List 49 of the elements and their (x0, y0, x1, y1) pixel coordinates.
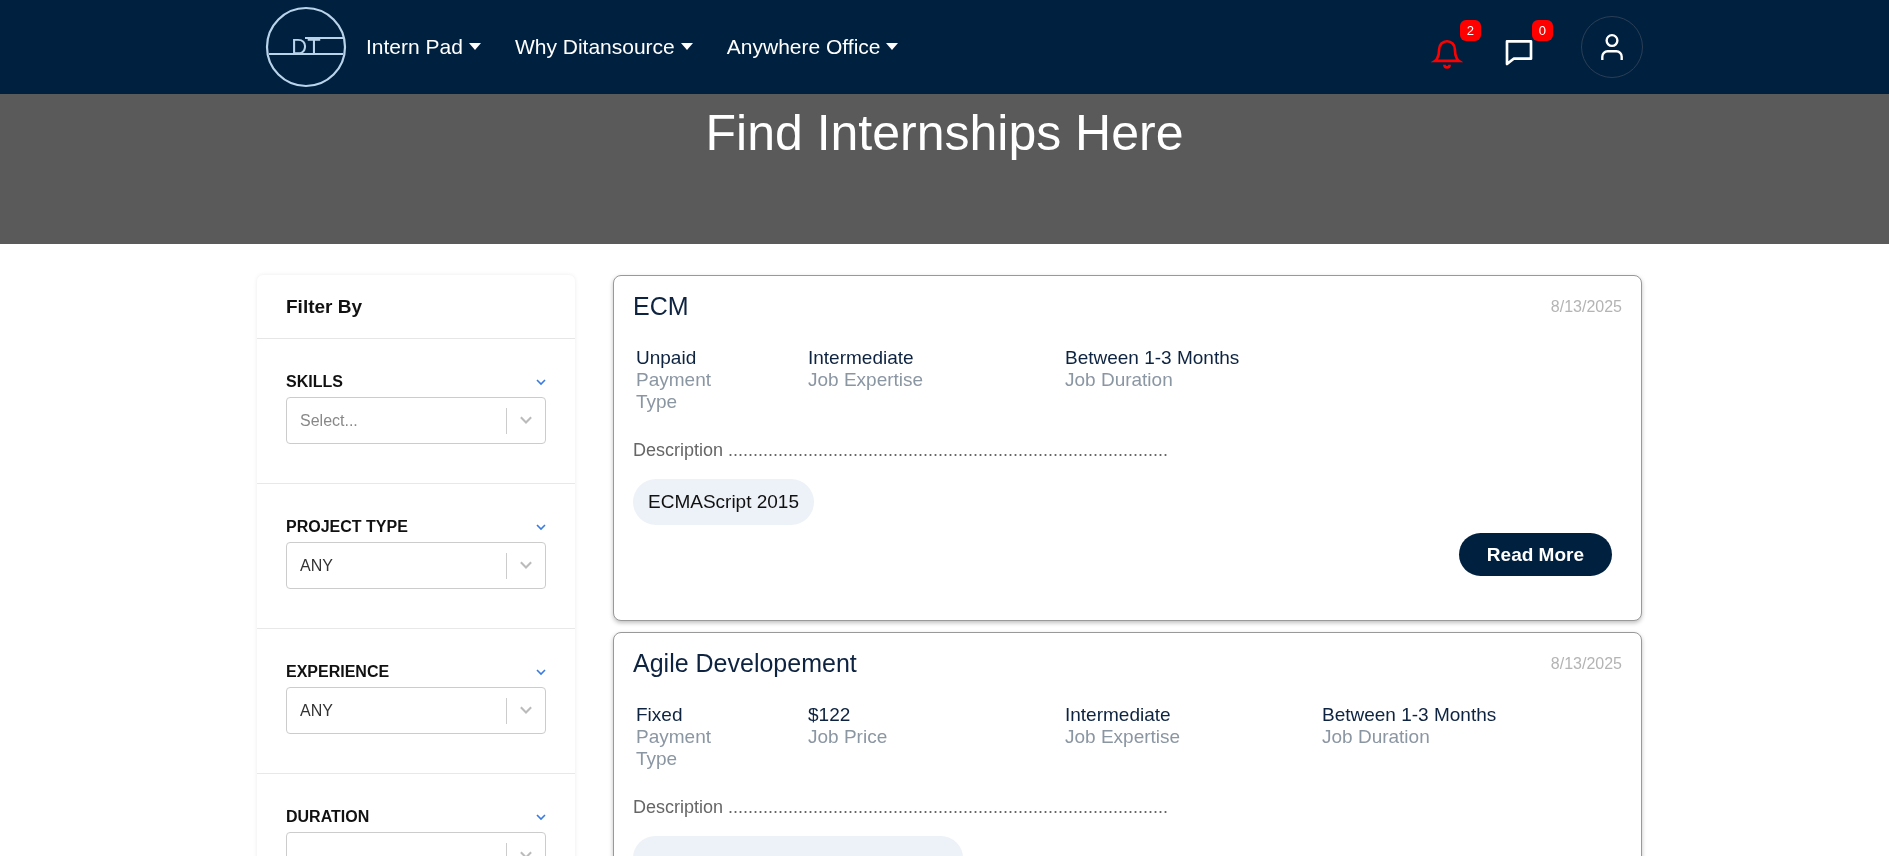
select-field[interactable]: ANY (286, 542, 546, 589)
count-badge: 0 (1531, 20, 1553, 41)
stat-label: Job Expertise (1065, 726, 1182, 748)
job-description: Description ........................................................................................ (633, 797, 1170, 818)
caret-icon (468, 43, 481, 51)
job-title: ECM (633, 292, 689, 321)
stat-label: Payment Type (636, 369, 712, 413)
read-more-button[interactable]: Read More (1458, 533, 1612, 576)
select-field[interactable]: ANY (286, 687, 546, 734)
stat-label: Job Price (808, 726, 889, 748)
stat-value: $122 (808, 704, 852, 726)
chevron-icon (536, 523, 546, 531)
job-date: 8/13/2025 (1550, 655, 1622, 673)
chevron-icon (519, 561, 533, 570)
select-field[interactable]: Select... (286, 397, 546, 444)
stat-value: Unpaid (636, 347, 698, 369)
nav-link[interactable]: Intern Pad (366, 35, 481, 59)
notifications-button[interactable]: 2 (1431, 20, 1481, 74)
filter-label: PROJECT TYPE (286, 518, 408, 536)
skill-tag: ECMAScript 2015 (633, 479, 814, 525)
stat-label: Payment Type (636, 726, 712, 770)
nav-link[interactable]: Why Ditansource (514, 35, 693, 59)
stat-value: Fixed (636, 704, 684, 726)
count-badge: 2 (1459, 20, 1481, 41)
stat-label: Job Expertise (808, 369, 925, 391)
filter-title: Filter By (257, 275, 575, 339)
job-description: Description ........................................................................................ (633, 440, 1170, 461)
job-date: 8/13/2025 (1550, 298, 1622, 316)
filter-label: DURATION (286, 808, 370, 826)
nav-link[interactable]: Anywhere Office (726, 35, 899, 59)
filter-label: EXPERIENCE (286, 663, 390, 681)
chevron-icon (519, 416, 533, 425)
page-title: Find Internships Here (705, 104, 1184, 163)
stat-value: Between 1-3 Months (1065, 347, 1241, 369)
stat-label: Job Duration (1065, 369, 1174, 391)
messages-button[interactable]: 0 (1503, 20, 1553, 74)
stat-value: Between 1-3 Months (1322, 704, 1498, 726)
chevron-icon (536, 378, 546, 386)
stat-label: Job Duration (1322, 726, 1431, 748)
chevron-icon (519, 706, 533, 715)
user-icon (1599, 33, 1625, 61)
filter-label: SKILLS (286, 373, 343, 391)
caret-icon (680, 43, 693, 51)
chevron-icon (536, 813, 546, 821)
stat-value: Intermediate (1065, 704, 1172, 726)
caret-icon (886, 43, 899, 51)
job-title: Agile Developement (633, 649, 857, 678)
stat-value: Intermediate (808, 347, 915, 369)
chevron-icon (536, 668, 546, 676)
